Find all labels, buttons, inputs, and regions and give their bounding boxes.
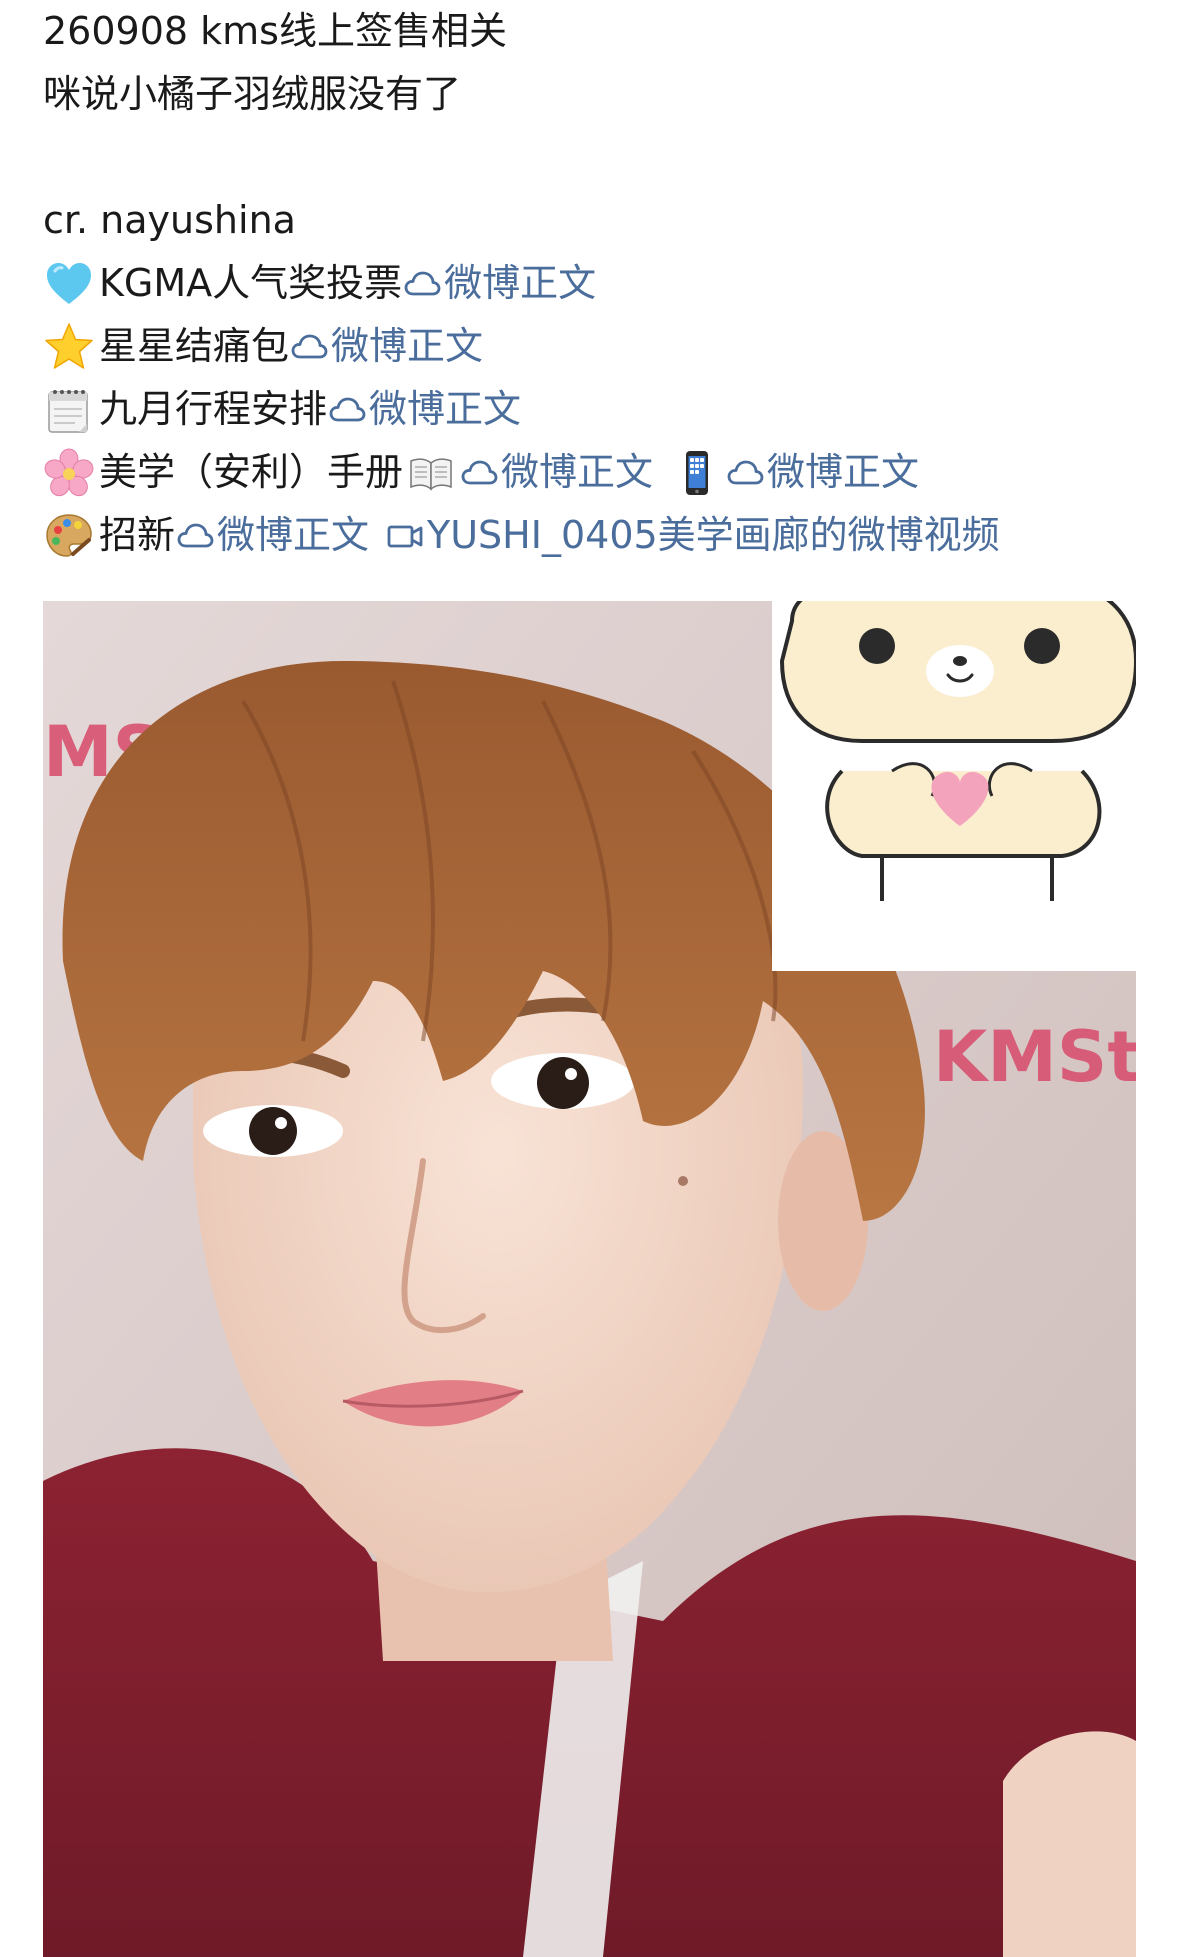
weibo-video-link[interactable]: YUSHI_0405美学画廊的微博视频 (385, 504, 1000, 567)
star-icon (43, 321, 95, 373)
weibo-cloud-icon (402, 264, 442, 304)
blue-heart-icon (43, 258, 95, 310)
entry-aesthetics-handbook: 美学（安利）手册 微博正文 微博正文 (43, 441, 1153, 504)
palette-icon (43, 510, 95, 562)
entry-kgma-vote: KGMA人气奖投票 微博正文 (43, 252, 1153, 315)
weibo-cloud-icon (725, 453, 765, 493)
open-book-icon (407, 449, 455, 497)
entry-label: 招新 (99, 513, 176, 557)
post-credit: cr. nayushina (43, 198, 296, 242)
cherry-blossom-icon (43, 447, 95, 499)
post-title: 260908 kms线上签售相关 (43, 9, 507, 53)
svg-text:KMSta: KMSta (933, 1016, 1136, 1098)
weibo-post-link[interactable]: 微博正文 (327, 378, 521, 441)
weibo-cloud-icon (327, 390, 367, 430)
post-text: 260908 kms线上签售相关 咪说小橘子羽绒服没有了 cr. nayushi… (43, 0, 1153, 567)
calendar-icon (43, 384, 95, 436)
weibo-post-link[interactable]: 微博正文 (725, 441, 919, 504)
entry-label: 星星结痛包 (99, 324, 290, 368)
weibo-post: 260908 kms线上签售相关 咪说小橘子羽绒服没有了 cr. nayushi… (0, 0, 1179, 1957)
weibo-cloud-icon (289, 327, 329, 367)
entry-label: KGMA人气奖投票 (99, 261, 403, 305)
weibo-post-link[interactable]: 微博正文 (289, 315, 483, 378)
mobile-phone-icon (673, 449, 721, 497)
weibo-post-link[interactable]: 微博正文 (175, 504, 369, 567)
entry-label: 九月行程安排 (99, 387, 328, 431)
weibo-post-link[interactable]: 微博正文 (459, 441, 653, 504)
entry-september-schedule: 九月行程安排 微博正文 (43, 378, 1153, 441)
entry-star-bag: 星星结痛包 微博正文 (43, 315, 1153, 378)
bear-sticker (772, 601, 1136, 971)
video-icon (385, 516, 425, 556)
entry-recruitment: 招新 微博正文 YUSHI_0405美学画廊的微博视频 (43, 504, 1153, 567)
weibo-cloud-icon (459, 453, 499, 493)
post-subtitle: 咪说小橘子羽绒服没有了 (43, 72, 462, 116)
entry-label: 美学（安利）手册 (99, 450, 404, 494)
weibo-cloud-icon (175, 516, 215, 556)
weibo-post-link[interactable]: 微博正文 (402, 252, 596, 315)
